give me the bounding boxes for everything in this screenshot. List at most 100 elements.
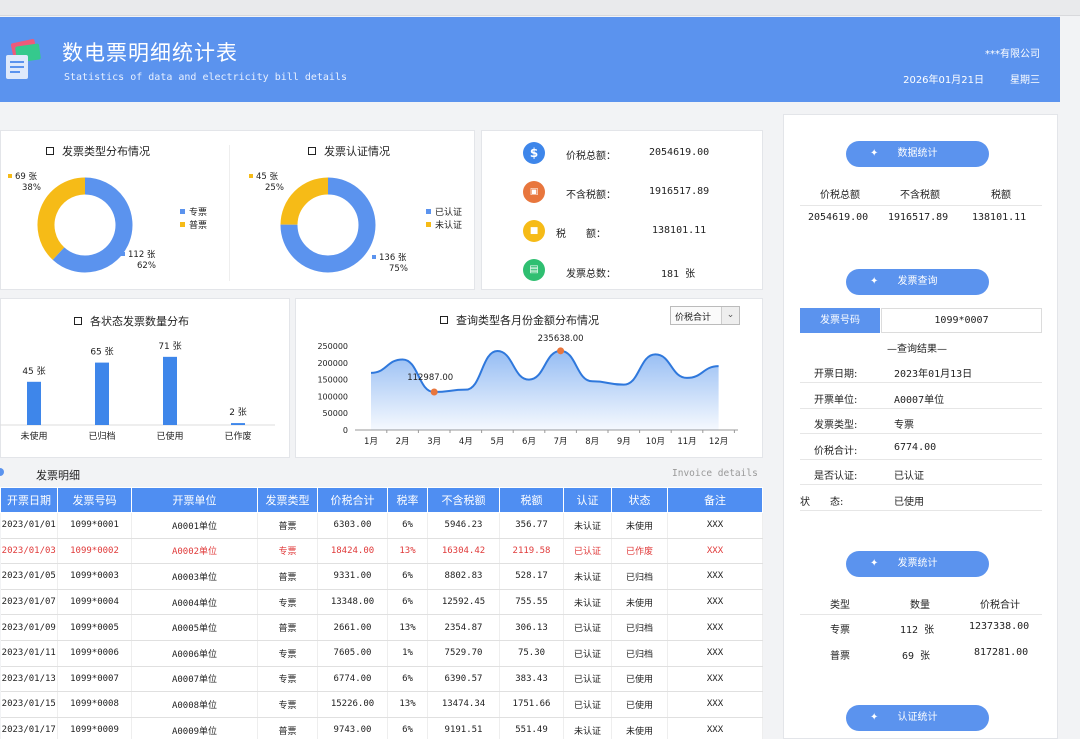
table-cell: XXX — [667, 563, 763, 590]
chevron-down-icon[interactable]: ⌄ — [721, 307, 739, 324]
query-result-row: 开票单位: A0007单位 — [800, 384, 1042, 409]
table-cell: 13% — [387, 538, 428, 565]
type-donut-large-label: 112 张 62% — [121, 250, 156, 272]
table-row[interactable]: 2023/01/03 1099*0002 A0002单位 专票 18424.00 13% 1… — [0, 538, 763, 565]
table-row[interactable]: 2023/01/07 1099*0004 A0004单位 专票 13348.00 6% 12… — [0, 589, 763, 616]
table-cell: 专票 — [257, 589, 318, 616]
data-stats-header: 不含税额 — [900, 190, 940, 201]
table-cell: 已归档 — [611, 640, 668, 667]
table-cell: 755.55 — [499, 589, 564, 616]
invoice-stats-header: 价税合计 — [980, 600, 1020, 611]
invoice-stats-header: 数量 — [910, 600, 930, 611]
table-cell: 已认证 — [563, 666, 612, 693]
auth-donut-legend: 已认证 未认证 — [426, 207, 462, 233]
query-result-label: 发票类型: — [814, 420, 858, 431]
table-cell: 已认证 — [563, 640, 612, 667]
table-cell: 6303.00 — [317, 512, 388, 539]
sparkle-icon: ✦ — [870, 276, 879, 287]
x-tick-label: 7月 — [554, 437, 568, 447]
table-cell: 1099*0001 — [57, 512, 132, 539]
table-cell: 18424.00 — [317, 538, 388, 565]
company-name: ***有限公司 — [985, 49, 1040, 60]
table-cell: 未认证 — [563, 512, 612, 539]
detail-title-en: Invoice details — [672, 468, 758, 479]
data-stats-value-row: 2054619.00 1916517.89 138101.11 — [800, 206, 1042, 232]
table-cell: 1099*0002 — [57, 538, 132, 565]
invoice-query-button[interactable]: ✦ 发票查询 — [846, 269, 989, 295]
table-cell: 已使用 — [611, 691, 668, 718]
data-stats-header-row: 价税总额 不含税额 税额 — [800, 181, 1042, 206]
table-cell: 普票 — [257, 614, 318, 641]
tax-icon: ■ — [523, 220, 545, 242]
table-row[interactable]: 2023/01/11 1099*0006 A0006单位 专票 7605.00 1% 752… — [0, 640, 763, 667]
invoice-stats-cell: 1237338.00 — [969, 621, 1030, 632]
data-stats-header: 价税总额 — [820, 190, 860, 201]
table-cell: 1099*0006 — [57, 640, 132, 667]
table-row[interactable]: 2023/01/15 1099*0008 A0008单位 专票 15226.00 13% 1… — [0, 691, 763, 718]
invoice-no-input[interactable]: 1099*0007 — [881, 308, 1042, 333]
table-row[interactable]: 2023/01/17 1099*0009 A0009单位 普票 9743.00 6% 919… — [0, 717, 763, 739]
query-result-label: 价税合计: — [814, 445, 858, 457]
current-date: 2026年01月21日 — [903, 75, 984, 86]
table-cell: XXX — [667, 512, 763, 539]
donut-slice-普票 — [37, 177, 86, 260]
dropdown-value: 价税合计 — [675, 313, 712, 323]
table-cell: 306.13 — [499, 614, 564, 641]
table-cell: A0004单位 — [131, 589, 258, 616]
summary-total-label: 价税总额： — [566, 151, 616, 162]
bar-value-label: 65 张 — [90, 347, 113, 358]
column-header: 认证 — [563, 487, 612, 513]
column-header: 备注 — [667, 487, 763, 513]
detail-title-icon — [0, 468, 4, 476]
table-cell: 1099*0009 — [57, 717, 132, 739]
table-row[interactable]: 2023/01/13 1099*0007 A0007单位 专票 6774.00 6% 639… — [0, 666, 763, 693]
table-cell: XXX — [667, 691, 763, 718]
summary-count-label: 发票总数： — [566, 269, 616, 280]
query-result-row: 价税合计: 6774.00 — [800, 435, 1042, 460]
donut-slice-未认证 — [280, 177, 329, 226]
legend-item: 未认证 — [426, 220, 462, 233]
x-tick-label: 12月 — [709, 437, 728, 447]
y-tick-label: 100000 — [317, 392, 348, 401]
table-cell: 普票 — [257, 717, 318, 739]
table-row[interactable]: 2023/01/05 1099*0003 A0003单位 普票 9331.00 6% 880… — [0, 563, 763, 590]
invoice-stats-cell: 专票 — [830, 625, 850, 636]
type-donut-legend: 专票 普票 — [180, 207, 207, 233]
table-cell: 2023/01/17 — [0, 717, 58, 739]
table-cell: 2023/01/03 — [0, 538, 58, 565]
table-cell: A0005单位 — [131, 614, 258, 641]
receipt-icon: ▣ — [523, 181, 545, 203]
x-tick-label: 6月 — [522, 437, 536, 447]
data-stats-value: 2054619.00 — [808, 212, 869, 223]
data-stats-value: 138101.11 — [972, 212, 1027, 223]
table-cell: 7605.00 — [317, 640, 388, 667]
invoice-stats-button[interactable]: ✦ 发票统计 — [846, 551, 989, 577]
top-toolbar-strip — [0, 0, 1080, 16]
table-cell: 2023/01/13 — [0, 666, 58, 693]
sparkle-icon: ✦ — [870, 558, 879, 569]
x-tick-label: 9月 — [617, 437, 631, 447]
table-cell: 专票 — [257, 640, 318, 667]
invoice-stats-row: 专票 112 张 1237338.00 — [800, 615, 1042, 641]
bar-category-label: 已使用 — [156, 430, 183, 442]
bar-已作废 — [231, 423, 245, 425]
query-type-dropdown[interactable]: 价税合计 ⌄ — [670, 306, 740, 325]
x-tick-label: 5月 — [490, 437, 504, 447]
type-donut-slices — [37, 177, 133, 273]
table-cell: 1099*0007 — [57, 666, 132, 693]
table-cell: 2023/01/11 — [0, 640, 58, 667]
column-header: 税额 — [499, 487, 564, 513]
table-cell: 1099*0005 — [57, 614, 132, 641]
table-row[interactable]: 2023/01/09 1099*0005 A0005单位 普票 2661.00 13% 23… — [0, 614, 763, 641]
table-row[interactable]: 2023/01/01 1099*0001 A0001单位 普票 6303.00 6% 594… — [0, 512, 763, 539]
auth-stats-button[interactable]: ✦ 认证统计 — [846, 705, 989, 731]
table-cell: 2023/01/05 — [0, 563, 58, 590]
data-stats-button[interactable]: ✦ 数据统计 — [846, 141, 989, 167]
y-tick-label: 150000 — [317, 376, 348, 385]
table-cell: 8802.83 — [427, 563, 500, 590]
column-header: 发票类型 — [257, 487, 318, 513]
annotation-label: 112987.00 — [407, 373, 453, 383]
x-tick-label: 10月 — [646, 437, 665, 447]
auth-donut-small-label: 45 张 25% — [249, 172, 284, 194]
bar-category-label: 已归档 — [88, 430, 115, 442]
